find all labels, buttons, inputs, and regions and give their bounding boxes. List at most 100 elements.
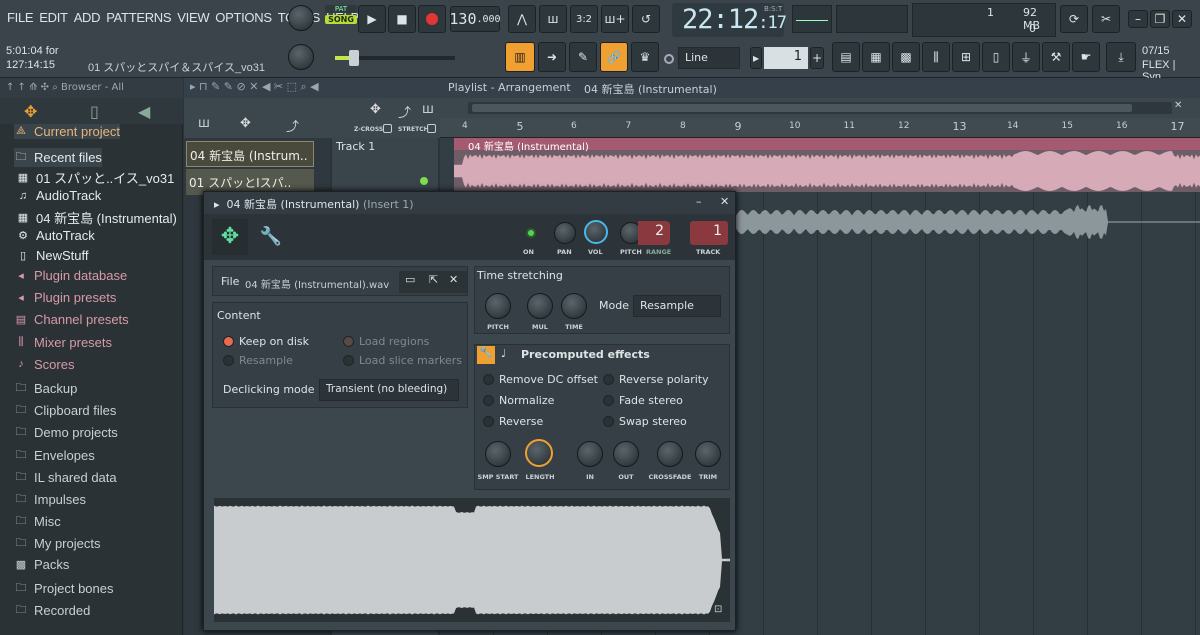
stretch-mode-select[interactable]: Resample	[633, 295, 721, 317]
swap-stereo-option[interactable]: Swap stereo	[603, 415, 687, 428]
clip-source-item[interactable]: 04 新宝島 (Instrum..	[186, 141, 314, 167]
stop-button[interactable]: ■	[388, 5, 416, 33]
stretch-checkbox[interactable]	[427, 124, 436, 133]
misc-tab[interactable]: 🔧	[256, 219, 286, 255]
browser-view-button[interactable]: ⊞	[952, 42, 980, 72]
touch-button[interactable]: ☛	[1072, 42, 1100, 72]
browser-item[interactable]: 🗀 Backup	[14, 379, 78, 398]
mixer-track-value[interactable]: 1	[690, 221, 728, 245]
browser-item[interactable]: ▤ Channel presets	[14, 312, 129, 327]
ts-time-knob[interactable]	[561, 293, 587, 319]
pan-knob[interactable]	[554, 222, 576, 244]
browser-item[interactable]: 🗀 Recent files	[14, 148, 102, 167]
playlist-tool-icons[interactable]: ▸ ⊓ ✎ ✎ ⊘ ✕ ◀ ✂ ⬚ ⌕ ◀	[190, 80, 319, 94]
playlist-view-button[interactable]: ▤	[832, 42, 860, 72]
channel-settings-titlebar[interactable]: ▸ 04 新宝島 (Instrumental) (Insert 1) – ✕	[204, 192, 735, 214]
length-knob[interactable]	[525, 439, 553, 467]
reverse-option[interactable]: Reverse	[483, 415, 543, 428]
browser-item[interactable]: 🗀 Envelopes	[14, 446, 95, 465]
piano-icon[interactable]: ш	[198, 116, 210, 131]
close-icon[interactable]: ✕	[720, 195, 729, 208]
declicking-mode-select[interactable]: Transient (no bleeding)	[319, 379, 459, 401]
audio-clip-2[interactable]	[736, 200, 1200, 244]
menu-options[interactable]: OPTIONS	[212, 8, 274, 27]
channel-on-led[interactable]	[526, 228, 536, 238]
pat-song-toggle[interactable]: PAT SONG	[325, 5, 357, 33]
clip-wave-icon[interactable]: ✥	[370, 102, 381, 117]
audio-clip[interactable]: 04 新宝島 (Instrumental)	[454, 138, 1200, 192]
playlist-pattern[interactable]: 04 新宝島 (Instrumental)	[584, 81, 717, 97]
menu-patterns[interactable]: PATTERNS	[103, 8, 174, 27]
crop-icon[interactable]: ⊡	[714, 604, 722, 615]
snap-plus-button[interactable]: +	[810, 47, 824, 69]
piano-roll-view-button[interactable]: ▦	[862, 42, 890, 72]
browser-nav-icons[interactable]: ↑ ↑ ⟰ ✣ ⌕	[6, 82, 61, 93]
browser-item[interactable]: ◂ Plugin presets	[14, 290, 116, 305]
pencil-button[interactable]: ✎	[569, 42, 597, 72]
hat-button[interactable]: ♛	[631, 42, 659, 72]
automation-icon[interactable]: ⤴	[286, 116, 299, 135]
master-pitch-knob[interactable]	[288, 44, 314, 70]
master-volume-slider[interactable]	[335, 50, 455, 66]
browser-tab-all[interactable]: ✥	[24, 102, 37, 121]
trim-knob[interactable]	[695, 441, 721, 467]
sample-waveform-view[interactable]: 6 ⊡	[214, 498, 730, 622]
snap-mode-select[interactable]: Line	[678, 47, 740, 69]
plugin-picker-button[interactable]: ⏚	[1012, 42, 1040, 72]
step-edit-button[interactable]: ш+	[601, 5, 629, 33]
browser-tab-current[interactable]: ▯	[90, 102, 99, 121]
scroll-right-icon[interactable]: ✕	[1174, 100, 1182, 111]
browser-item[interactable]: 🗀 Impulses	[14, 490, 87, 509]
minimize-icon[interactable]: –	[696, 195, 702, 208]
locate-file-icon[interactable]: ⇱	[429, 273, 438, 286]
tune-icon[interactable]: ♩	[501, 347, 506, 360]
browser-item[interactable]: 🗀 Demo projects	[14, 423, 118, 442]
browser-item[interactable]: 🗀 Project bones	[14, 579, 114, 598]
metronome-button[interactable]: ⋀	[508, 5, 536, 33]
clip-piano-icon[interactable]: ш	[422, 102, 434, 117]
browser-item[interactable]: 🗀 Misc	[14, 512, 61, 531]
channel-rack-view-button[interactable]: ▩	[892, 42, 920, 72]
browser-item[interactable]: ⟁ Current project	[14, 124, 120, 139]
countdown-button[interactable]: 3:2	[570, 5, 598, 33]
clip-auto-icon[interactable]: ⤴	[398, 102, 411, 121]
smp-start-knob[interactable]	[485, 441, 511, 467]
keep-on-disk-option[interactable]: Keep on disk	[223, 335, 309, 348]
link-button[interactable]: 🔗	[600, 42, 628, 72]
browser-item[interactable]: ♪ Scores	[14, 357, 74, 372]
load-regions-option[interactable]: Load regions	[343, 335, 429, 348]
menu-view[interactable]: VIEW	[174, 8, 212, 27]
browser-item[interactable]: 🗀 Recorded	[14, 601, 91, 620]
playlist-arrow-button[interactable]: ➜	[538, 42, 566, 72]
master-volume-knob[interactable]	[288, 5, 314, 31]
fade-out-knob[interactable]	[613, 441, 639, 467]
normalize-option[interactable]: Normalize	[483, 394, 554, 407]
browser-item[interactable]: ▦ 04 新宝島 (Instrumental)	[16, 208, 177, 227]
browser-item[interactable]: ▯ NewStuff	[16, 248, 89, 263]
file-button[interactable]: ▯	[982, 42, 1010, 72]
load-slice-markers-option[interactable]: Load slice markers	[343, 354, 462, 367]
tempo-display[interactable]: 130.000	[449, 6, 501, 32]
browser-item[interactable]: 🗀 IL shared data	[14, 468, 117, 487]
close-app-button[interactable]: ✕	[1172, 10, 1192, 28]
crossfade-knob[interactable]	[657, 441, 683, 467]
loop-record-button[interactable]: ↺	[632, 5, 660, 33]
volume-knob[interactable]	[584, 220, 608, 244]
snap-value-input[interactable]: 1	[764, 47, 808, 69]
ts-pitch-knob[interactable]	[485, 293, 511, 319]
browser-item[interactable]: ⚙ AutoTrack	[16, 228, 95, 243]
browser-tab-sounds[interactable]: ◀	[138, 102, 150, 121]
play-button[interactable]: ▶	[358, 5, 386, 33]
browser-item[interactable]: ♫ AudioTrack	[16, 188, 101, 203]
pitch-range-value[interactable]: 2	[638, 221, 670, 245]
menu-arrow-icon[interactable]: ▸	[214, 198, 220, 211]
browser-item[interactable]: 🗀 Clipboard files	[14, 401, 117, 420]
ts-mul-knob[interactable]	[527, 293, 553, 319]
restore-button[interactable]: ❐	[1150, 10, 1170, 28]
menu-edit[interactable]: EDIT	[36, 8, 70, 27]
browser-item[interactable]: 🗀 My projects	[14, 534, 101, 553]
playlist-scrollbar[interactable]	[468, 102, 1172, 114]
menu-add[interactable]: ADD	[71, 8, 104, 27]
typing-keyboard-button[interactable]: ▥	[505, 42, 535, 72]
fade-stereo-option[interactable]: Fade stereo	[603, 394, 683, 407]
